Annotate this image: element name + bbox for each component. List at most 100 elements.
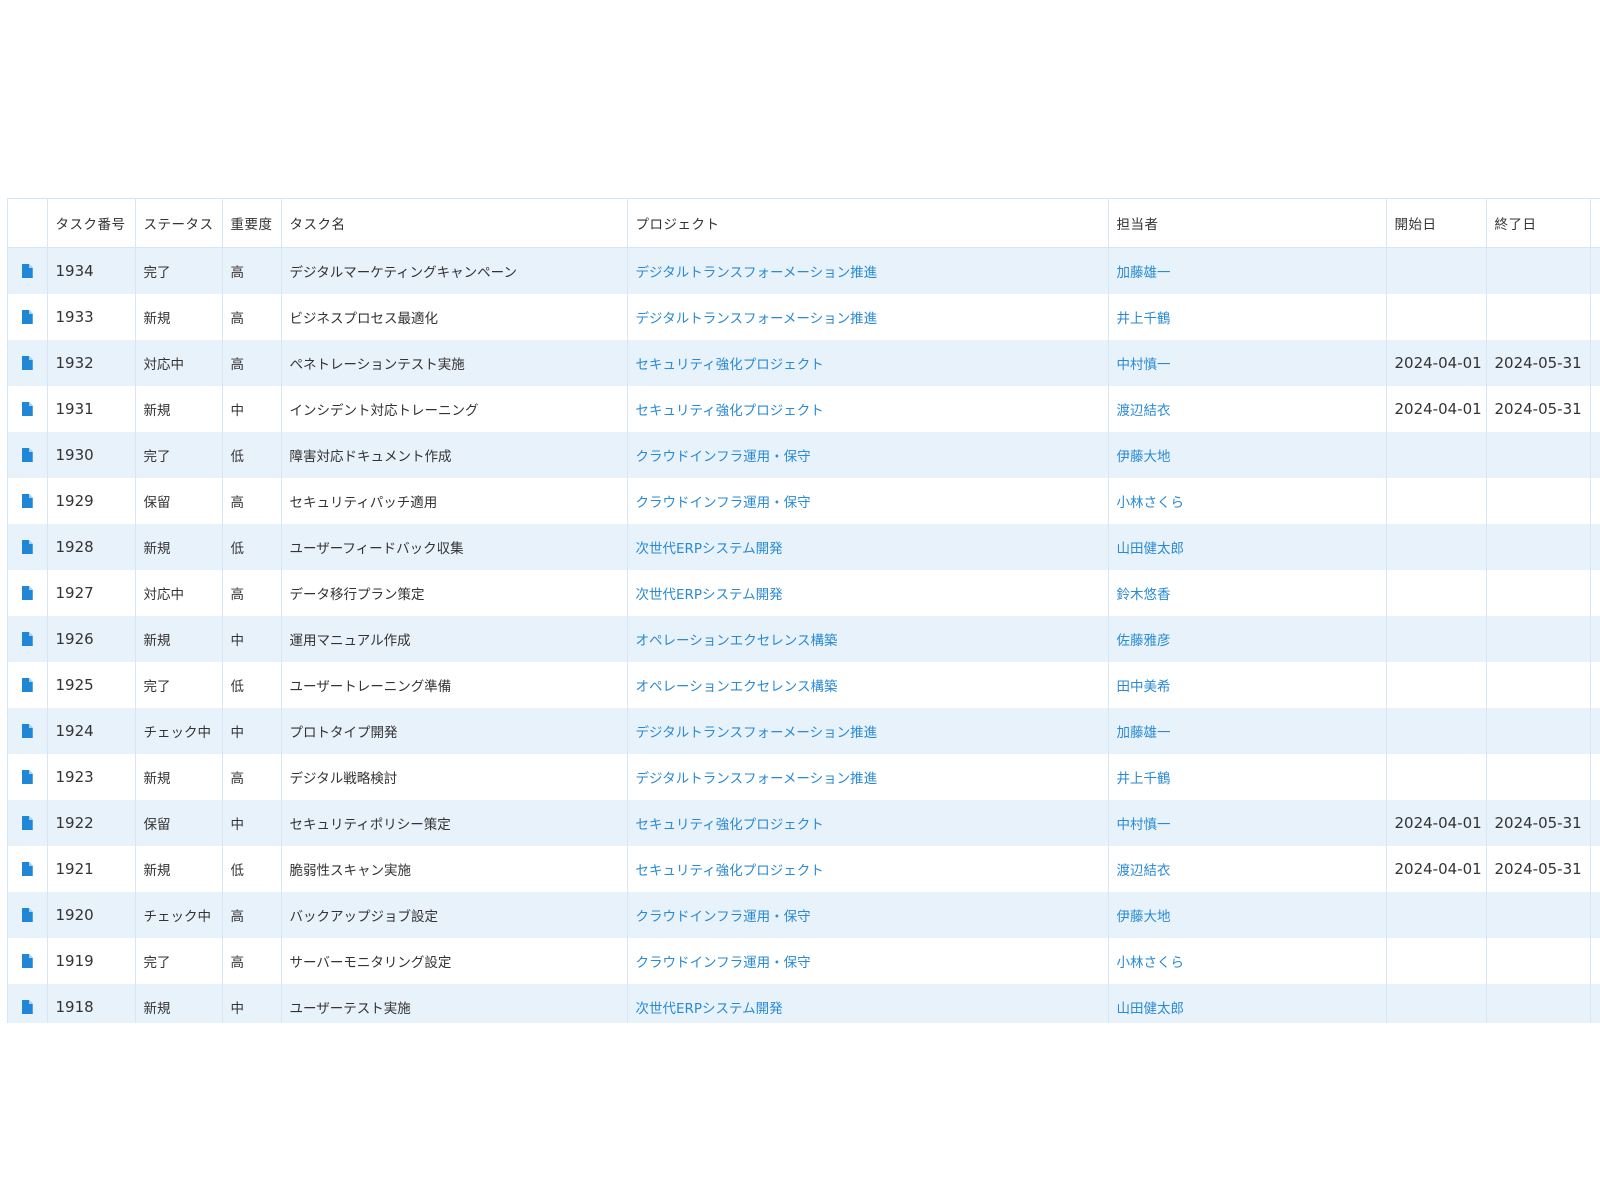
table-row[interactable]: 1925 完了低ユーザートレーニング準備 オペレーションエクセレンス構築 田中美希 — [8, 662, 1600, 708]
table-row[interactable]: 1922 保留中セキュリティポリシー策定 セキュリティ強化プロジェクト 中村慎一 202… — [8, 800, 1600, 846]
header-status[interactable]: ステータス — [135, 199, 223, 248]
table-row[interactable]: 1921 新規低脆弱性スキャン実施 セキュリティ強化プロジェクト 渡辺結衣 2024-0… — [8, 846, 1600, 892]
project-link[interactable]: セキュリティ強化プロジェクト — [627, 846, 1109, 892]
header-assignee[interactable]: 担当者 — [1108, 199, 1387, 248]
row-icon-cell[interactable] — [8, 800, 48, 846]
project-link[interactable]: クラウドインフラ運用・保守 — [627, 478, 1109, 524]
assignee-link[interactable]: 山田健太郎 — [1108, 984, 1387, 1023]
table-row[interactable]: 1919 完了高サーバーモニタリング設定 クラウドインフラ運用・保守 小林さくら — [8, 938, 1600, 984]
table-row[interactable]: 1931 新規中インシデント対応トレーニング セキュリティ強化プロジェクト 渡辺結衣 2… — [8, 386, 1600, 432]
document-icon[interactable] — [21, 448, 33, 462]
document-icon[interactable] — [21, 540, 33, 554]
row-icon-cell[interactable] — [8, 938, 48, 984]
document-icon[interactable] — [21, 1000, 33, 1014]
project-link[interactable]: クラウドインフラ運用・保守 — [627, 432, 1109, 478]
project-link[interactable]: デジタルトランスフォーメーション推進 — [627, 708, 1109, 754]
row-icon-cell[interactable] — [8, 247, 48, 294]
project-link[interactable]: クラウドインフラ運用・保守 — [627, 892, 1109, 938]
table-row[interactable]: 1932 対応中高ペネトレーションテスト実施 セキュリティ強化プロジェクト 中村慎一 2… — [8, 340, 1600, 386]
header-task-number[interactable]: タスク番号 — [47, 199, 136, 248]
document-icon[interactable] — [21, 954, 33, 968]
assignee-link[interactable]: 加藤雄一 — [1108, 708, 1387, 754]
table-row[interactable]: 1918 新規中ユーザーテスト実施 次世代ERPシステム開発 山田健太郎 — [8, 984, 1600, 1023]
row-icon-cell[interactable] — [8, 616, 48, 662]
row-icon-cell[interactable] — [8, 662, 48, 708]
row-icon-cell[interactable] — [8, 892, 48, 938]
document-icon[interactable] — [21, 402, 33, 416]
project-link[interactable]: セキュリティ強化プロジェクト — [627, 386, 1109, 432]
assignee-link[interactable]: 小林さくら — [1108, 478, 1387, 524]
project-link[interactable]: デジタルトランスフォーメーション推進 — [627, 247, 1109, 294]
assignee-link[interactable]: 鈴木悠香 — [1108, 570, 1387, 616]
document-icon[interactable] — [21, 494, 33, 508]
assignee-link[interactable]: 渡辺結衣 — [1108, 846, 1387, 892]
project-link[interactable]: 次世代ERPシステム開発 — [627, 524, 1109, 570]
assignee-link[interactable]: 加藤雄一 — [1108, 247, 1387, 294]
header-extra-col[interactable] — [1590, 199, 1600, 248]
table-row[interactable]: 1929 保留高セキュリティパッチ適用 クラウドインフラ運用・保守 小林さくら — [8, 478, 1600, 524]
project-link[interactable]: セキュリティ強化プロジェクト — [627, 800, 1109, 846]
document-icon[interactable] — [21, 816, 33, 830]
row-icon-cell[interactable] — [8, 478, 48, 524]
project-link[interactable]: クラウドインフラ運用・保守 — [627, 938, 1109, 984]
table-row[interactable]: 1923 新規高デジタル戦略検討 デジタルトランスフォーメーション推進 井上千鶴 — [8, 754, 1600, 800]
project-link[interactable]: オペレーションエクセレンス構築 — [627, 662, 1109, 708]
table-row[interactable]: 1926 新規中運用マニュアル作成 オペレーションエクセレンス構築 佐藤雅彦 — [8, 616, 1600, 662]
start-date-cell — [1386, 432, 1487, 478]
document-icon[interactable] — [21, 678, 33, 692]
project-link[interactable]: デジタルトランスフォーメーション推進 — [627, 754, 1109, 800]
table-row[interactable]: 1924 チェック中中プロトタイプ開発 デジタルトランスフォーメーション推進 加藤雄一 — [8, 708, 1600, 754]
header-priority[interactable]: 重要度 — [222, 199, 282, 248]
assignee-link[interactable]: 伊藤大地 — [1108, 892, 1387, 938]
header-project[interactable]: プロジェクト — [627, 199, 1109, 248]
assignee-link[interactable]: 渡辺結衣 — [1108, 386, 1387, 432]
row-icon-cell[interactable] — [8, 386, 48, 432]
document-icon[interactable] — [21, 862, 33, 876]
document-icon[interactable] — [21, 264, 33, 278]
project-link[interactable]: 次世代ERPシステム開発 — [627, 984, 1109, 1023]
row-icon-cell[interactable] — [8, 294, 48, 340]
document-icon[interactable] — [21, 356, 33, 370]
assignee-link[interactable]: 小林さくら — [1108, 938, 1387, 984]
table-row[interactable]: 1928 新規低ユーザーフィードバック収集 次世代ERPシステム開発 山田健太郎 — [8, 524, 1600, 570]
document-icon[interactable] — [21, 770, 33, 784]
row-icon-cell[interactable] — [8, 708, 48, 754]
table-row[interactable]: 1930 完了低障害対応ドキュメント作成 クラウドインフラ運用・保守 伊藤大地 — [8, 432, 1600, 478]
document-icon[interactable] — [21, 310, 33, 324]
assignee-link[interactable]: 田中美希 — [1108, 662, 1387, 708]
document-icon[interactable] — [21, 908, 33, 922]
assignee-link[interactable]: 山田健太郎 — [1108, 524, 1387, 570]
document-icon[interactable] — [21, 724, 33, 738]
extra-cell — [1590, 247, 1600, 294]
status-cell: 保留 — [135, 800, 223, 846]
assignee-link[interactable]: 中村慎一 — [1108, 800, 1387, 846]
row-icon-cell[interactable] — [8, 754, 48, 800]
assignee-link[interactable]: 伊藤大地 — [1108, 432, 1387, 478]
project-link[interactable]: オペレーションエクセレンス構築 — [627, 616, 1109, 662]
row-icon-cell[interactable] — [8, 570, 48, 616]
document-icon[interactable] — [21, 632, 33, 646]
row-icon-cell[interactable] — [8, 846, 48, 892]
header-end-date[interactable]: 終了日 — [1486, 199, 1591, 248]
end-date-cell — [1486, 478, 1591, 524]
assignee-link[interactable]: 中村慎一 — [1108, 340, 1387, 386]
table-row[interactable]: 1920 チェック中高バックアップジョブ設定 クラウドインフラ運用・保守 伊藤大地 — [8, 892, 1600, 938]
project-link[interactable]: デジタルトランスフォーメーション推進 — [627, 294, 1109, 340]
table-row[interactable]: 1934 完了高デジタルマーケティングキャンペーン デジタルトランスフォーメーション… — [8, 247, 1600, 294]
assignee-link[interactable]: 井上千鶴 — [1108, 754, 1387, 800]
assignee-link[interactable]: 井上千鶴 — [1108, 294, 1387, 340]
project-link[interactable]: 次世代ERPシステム開発 — [627, 570, 1109, 616]
project-link[interactable]: セキュリティ強化プロジェクト — [627, 340, 1109, 386]
document-icon[interactable] — [21, 586, 33, 600]
row-icon-cell[interactable] — [8, 524, 48, 570]
header-task-name[interactable]: タスク名 — [281, 199, 628, 248]
row-icon-cell[interactable] — [8, 432, 48, 478]
assignee-link[interactable]: 佐藤雅彦 — [1108, 616, 1387, 662]
task-number-cell: 1921 — [47, 846, 136, 892]
table-row[interactable]: 1933 新規高ビジネスプロセス最適化 デジタルトランスフォーメーション推進 井上千鶴 — [8, 294, 1600, 340]
row-icon-cell[interactable] — [8, 984, 48, 1023]
row-icon-cell[interactable] — [8, 340, 48, 386]
header-start-date[interactable]: 開始日 — [1386, 199, 1487, 248]
table-row[interactable]: 1927 対応中高データ移行プラン策定 次世代ERPシステム開発 鈴木悠香 — [8, 570, 1600, 616]
start-date-cell — [1386, 662, 1487, 708]
